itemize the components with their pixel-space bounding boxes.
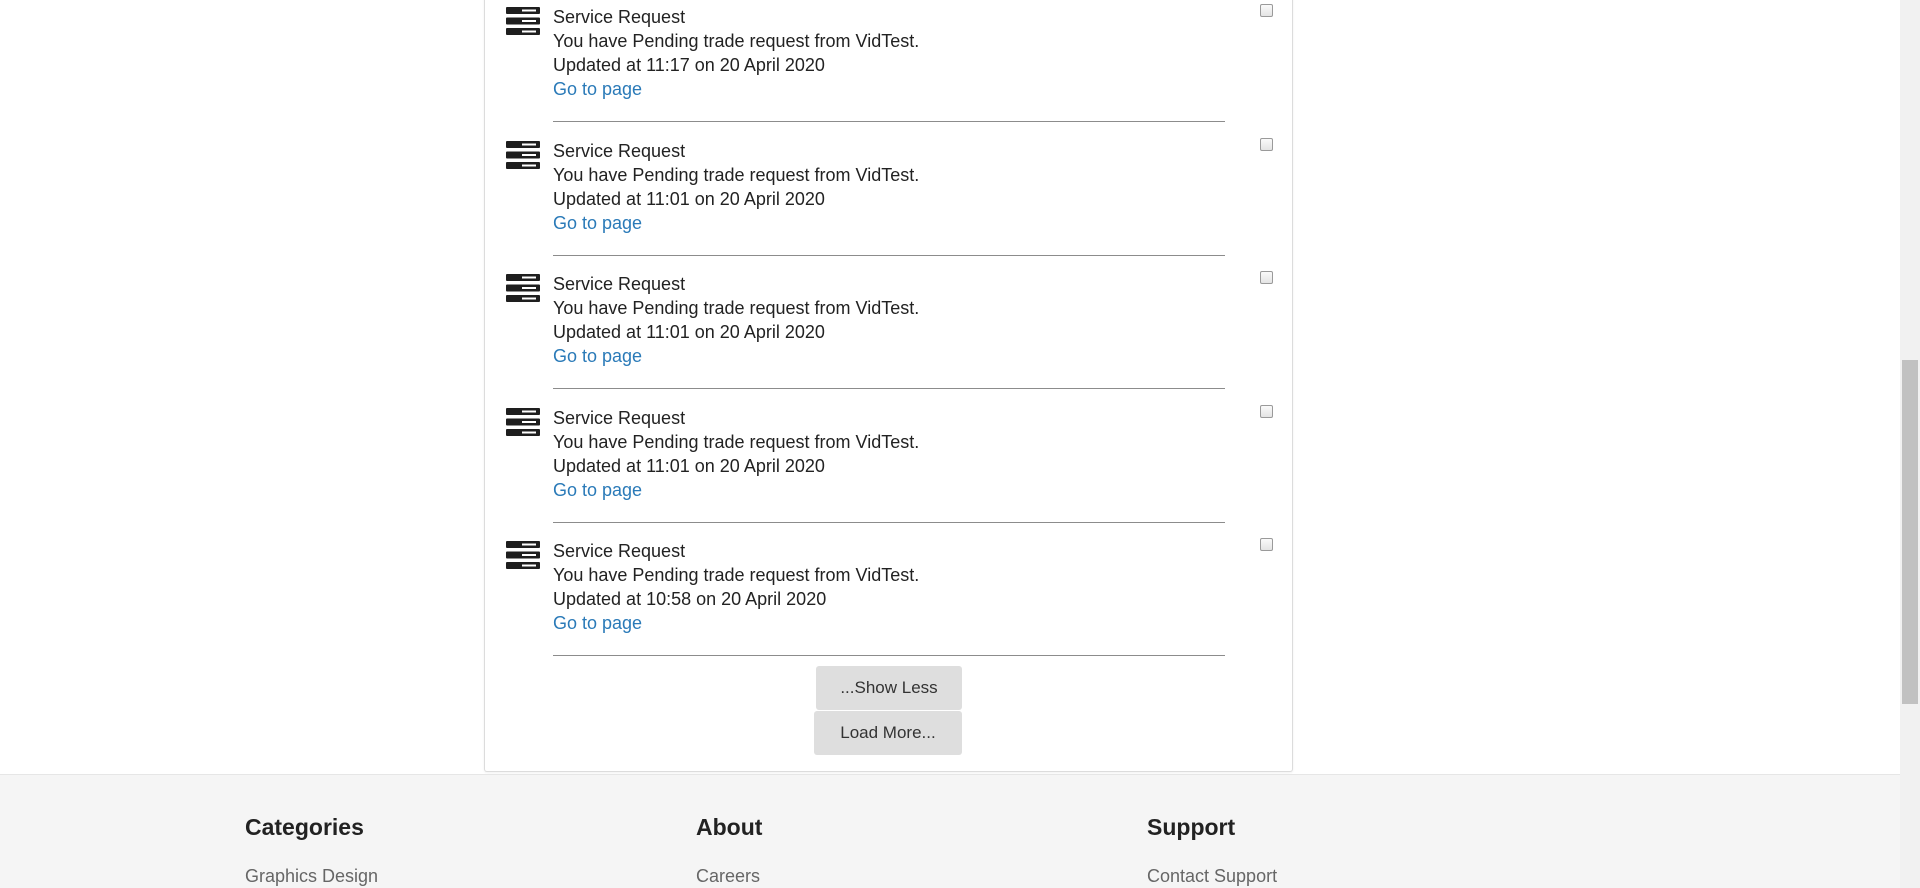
divider xyxy=(553,522,1225,523)
notification-checkbox[interactable] xyxy=(1260,271,1273,284)
vertical-scrollbar[interactable] xyxy=(1900,0,1920,888)
notification-message: You have Pending trade request from VidT… xyxy=(553,565,920,585)
go-to-page-link[interactable]: Go to page xyxy=(553,478,919,502)
notification-checkbox[interactable] xyxy=(1260,405,1273,418)
notification-timestamp: Updated at 11:01 on 20 April 2020 xyxy=(553,189,825,209)
notification-body: Service Request You have Pending trade r… xyxy=(553,139,919,235)
go-to-page-link[interactable]: Go to page xyxy=(553,344,919,368)
server-stack-icon xyxy=(506,274,540,302)
footer-heading-categories: Categories xyxy=(245,814,364,840)
notification-title: Service Request xyxy=(553,408,686,428)
notification-title: Service Request xyxy=(553,274,686,294)
notification-item: Service Request You have Pending trade r… xyxy=(485,524,1294,658)
notification-item: Service Request You have Pending trade r… xyxy=(485,124,1294,258)
footer-link-graphics-design[interactable]: Graphics Design xyxy=(245,865,378,887)
notification-checkbox[interactable] xyxy=(1260,4,1273,17)
server-stack-icon xyxy=(506,408,540,436)
notification-timestamp: Updated at 11:01 on 20 April 2020 xyxy=(553,322,825,342)
footer-heading-support: Support xyxy=(1147,814,1236,840)
footer-link-contact-support[interactable]: Contact Support xyxy=(1147,865,1277,887)
notification-body: Service Request You have Pending trade r… xyxy=(553,539,919,635)
load-more-button[interactable]: Load More... xyxy=(814,711,962,755)
server-stack-icon xyxy=(506,541,540,569)
notification-body: Service Request You have Pending trade r… xyxy=(553,272,919,368)
go-to-page-link[interactable]: Go to page xyxy=(553,77,919,101)
notification-message: You have Pending trade request from VidT… xyxy=(553,298,920,318)
show-less-button[interactable]: ...Show Less xyxy=(816,666,962,710)
notifications-panel: Service Request You have Pending trade r… xyxy=(484,0,1293,772)
notification-timestamp: Updated at 10:58 on 20 April 2020 xyxy=(553,589,827,609)
notification-timestamp: Updated at 11:17 on 20 April 2020 xyxy=(553,55,825,75)
notification-item: Service Request You have Pending trade r… xyxy=(485,257,1294,391)
go-to-page-link[interactable]: Go to page xyxy=(553,211,919,235)
divider xyxy=(553,121,1225,122)
notification-checkbox[interactable] xyxy=(1260,138,1273,151)
footer-column-categories: Categories Graphics Design xyxy=(245,813,378,887)
notification-body: Service Request You have Pending trade r… xyxy=(553,406,919,502)
notification-title: Service Request xyxy=(553,141,686,161)
footer-column-support: Support Contact Support xyxy=(1147,813,1277,887)
notification-timestamp: Updated at 11:01 on 20 April 2020 xyxy=(553,456,825,476)
notification-item: Service Request You have Pending trade r… xyxy=(485,391,1294,525)
footer-heading-about: About xyxy=(696,814,763,840)
notification-item: Service Request You have Pending trade r… xyxy=(485,0,1294,124)
divider xyxy=(553,255,1225,256)
notification-checkbox[interactable] xyxy=(1260,538,1273,551)
scrollbar-thumb[interactable] xyxy=(1902,360,1918,704)
notification-title: Service Request xyxy=(553,7,686,27)
divider xyxy=(553,388,1225,389)
notification-title: Service Request xyxy=(553,541,686,561)
page: Service Request You have Pending trade r… xyxy=(0,0,1920,888)
divider xyxy=(553,655,1225,656)
notification-message: You have Pending trade request from VidT… xyxy=(553,31,920,51)
server-stack-icon xyxy=(506,7,540,35)
footer-link-careers[interactable]: Careers xyxy=(696,865,762,887)
notification-body: Service Request You have Pending trade r… xyxy=(553,5,919,101)
go-to-page-link[interactable]: Go to page xyxy=(553,611,919,635)
server-stack-icon xyxy=(506,141,540,169)
footer: Categories Graphics Design About Careers… xyxy=(0,774,1920,888)
notification-message: You have Pending trade request from VidT… xyxy=(553,432,920,452)
footer-column-about: About Careers xyxy=(696,813,762,887)
notification-message: You have Pending trade request from VidT… xyxy=(553,165,920,185)
